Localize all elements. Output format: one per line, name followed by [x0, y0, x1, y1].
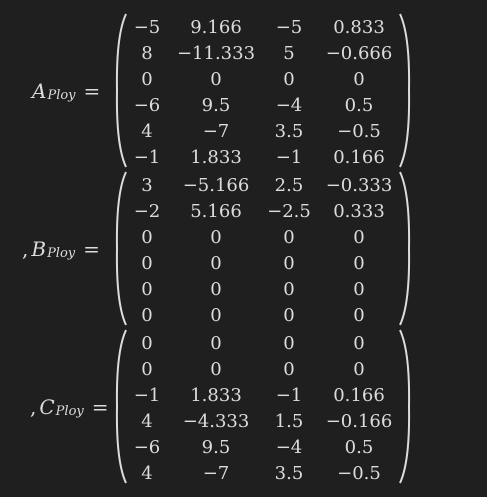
- matrix-cell: 0: [141, 253, 153, 274]
- matrix-cell: 9.166: [190, 17, 242, 38]
- matrix-cell: 0: [141, 305, 153, 326]
- equals-sign: =: [83, 78, 101, 103]
- matrix-cell: 0.5: [344, 95, 374, 116]
- matrix-body: −5 9.166 −5 0.833 8 −11.333 5 −0.666 0 0 0 0 −6 9.5 −4…: [114, 12, 412, 169]
- matrix-cell: 4: [141, 121, 153, 142]
- matrix-cell: −5: [133, 17, 161, 38]
- equals-sign: =: [83, 236, 100, 261]
- matrix-cell: 0.333: [333, 201, 385, 222]
- matrix-equation-b: , B Ploy = 3 −5.166 2.5 −0.333 −2 5.166 −2.5 0.333 0…: [0, 170, 487, 327]
- matrix-label: , C Ploy =: [30, 328, 109, 485]
- right-parenthesis: [398, 12, 412, 173]
- matrix-cell: 9.5: [201, 95, 231, 116]
- matrix-cell: 3.5: [274, 121, 304, 142]
- matrix-cell: 0: [353, 69, 365, 90]
- matrix-cell: −6: [133, 95, 161, 116]
- matrix-cell: 0: [141, 359, 153, 380]
- matrix-cell: 5: [283, 43, 295, 64]
- matrix-label: , B Ploy =: [22, 170, 100, 327]
- matrix-cell: 1.833: [190, 147, 242, 168]
- matrix-cell: 5.166: [190, 201, 242, 222]
- matrix-cell: 0: [353, 333, 365, 354]
- right-parenthesis: [398, 170, 412, 331]
- matrix-cell: −4: [275, 437, 303, 458]
- matrix-symbol: A: [32, 78, 47, 103]
- matrix-cell: 8: [141, 43, 153, 64]
- matrix-cell: −6: [133, 437, 161, 458]
- matrix-cell: 0: [353, 279, 365, 300]
- matrix-cell: 0.166: [333, 385, 385, 406]
- matrix-cell: 0: [141, 279, 153, 300]
- matrix-cell: 3: [141, 175, 153, 196]
- left-parenthesis: [114, 12, 128, 173]
- matrix-cell: −0.5: [337, 121, 381, 142]
- matrix-cell: −0.666: [325, 43, 393, 64]
- matrix-cell: 1.5: [274, 411, 304, 432]
- matrix-cell: 4: [141, 463, 153, 484]
- matrix-body: 0 0 0 0 0 0 0 0 −1 1.833 −1 0.166 4 −4.333 1.5 −0.166 −6…: [114, 328, 412, 485]
- matrix-cell: 0: [283, 333, 295, 354]
- matrix-subscript: Ploy: [55, 404, 84, 419]
- matrix-cell: 0: [210, 333, 222, 354]
- matrix-cell: 3.5: [274, 463, 304, 484]
- left-parenthesis: [114, 170, 128, 331]
- matrix-cell: −1: [275, 147, 303, 168]
- matrix-cell: 0.833: [333, 17, 385, 38]
- matrix-cell: −1: [133, 147, 161, 168]
- matrix-cell: −7: [202, 121, 230, 142]
- matrix-cell: 0: [353, 227, 365, 248]
- matrix-cell: 0: [283, 279, 295, 300]
- matrix-cell: −4: [275, 95, 303, 116]
- equals-sign: =: [91, 394, 109, 419]
- matrix-cell: −1: [275, 385, 303, 406]
- matrix-equation-c: , C Ploy = 0 0 0 0 0 0 0 0 −1 1.833 −1 0.166 4 −4.333 1.5−…: [0, 328, 487, 485]
- matrix-cell: −0.5: [337, 463, 381, 484]
- matrix-cell: −7: [202, 463, 230, 484]
- matrix-cell: 0: [210, 305, 222, 326]
- right-parenthesis: [398, 328, 412, 489]
- matrix-cell: 0: [141, 333, 153, 354]
- matrix-cell: −0.333: [325, 175, 393, 196]
- matrix-cell: 0: [210, 227, 222, 248]
- matrix-cell: −0.166: [325, 411, 393, 432]
- matrix-cell: 0: [283, 305, 295, 326]
- matrix-body: 3 −5.166 2.5 −0.333 −2 5.166 −2.5 0.333 0 0 0 0 0 0 0 0…: [114, 170, 412, 327]
- matrix-cell: 0.166: [333, 147, 385, 168]
- matrix-cell: 0: [283, 227, 295, 248]
- matrix-cell: 0: [210, 359, 222, 380]
- matrix-cell: 0: [353, 253, 365, 274]
- matrix-cell: 0: [210, 69, 222, 90]
- matrix-subscript: Ploy: [47, 88, 76, 103]
- matrix-cell: 0: [210, 279, 222, 300]
- separator-comma: ,: [30, 394, 37, 419]
- separator-comma: ,: [22, 236, 29, 261]
- matrix-cell: 0: [353, 305, 365, 326]
- matrix-symbol: B: [31, 236, 47, 261]
- matrix-cell: 0.5: [344, 437, 374, 458]
- matrix-label: A Ploy =: [32, 12, 100, 169]
- matrix-cell: 0: [141, 69, 153, 90]
- matrix-cell: 0: [353, 359, 365, 380]
- matrix-cell: 0: [210, 253, 222, 274]
- matrix-subscript: Ploy: [47, 246, 76, 261]
- matrix-cell: 0: [141, 227, 153, 248]
- matrix-cell: −2: [133, 201, 161, 222]
- matrix-symbol: C: [39, 394, 55, 419]
- matrix-cell: −5: [275, 17, 303, 38]
- matrix-cell: −11.333: [176, 43, 256, 64]
- matrix-cell: −5.166: [182, 175, 250, 196]
- matrix-cell: 1.833: [190, 385, 242, 406]
- left-parenthesis: [114, 328, 128, 489]
- matrix-equation-a: A Ploy = −5 9.166 −5 0.833 8 −11.333 5 −0.666 0 0 0 0−…: [0, 12, 487, 169]
- matrix-cell: −4.333: [182, 411, 250, 432]
- matrix-cell: −1: [133, 385, 161, 406]
- matrix-cell: 4: [141, 411, 153, 432]
- matrix-cell: 0: [283, 253, 295, 274]
- matrix-cell: 9.5: [201, 437, 231, 458]
- matrix-cell: −2.5: [267, 201, 311, 222]
- matrix-cell: 0: [283, 359, 295, 380]
- matrix-cell: 0: [283, 69, 295, 90]
- matrix-cell: 2.5: [274, 175, 304, 196]
